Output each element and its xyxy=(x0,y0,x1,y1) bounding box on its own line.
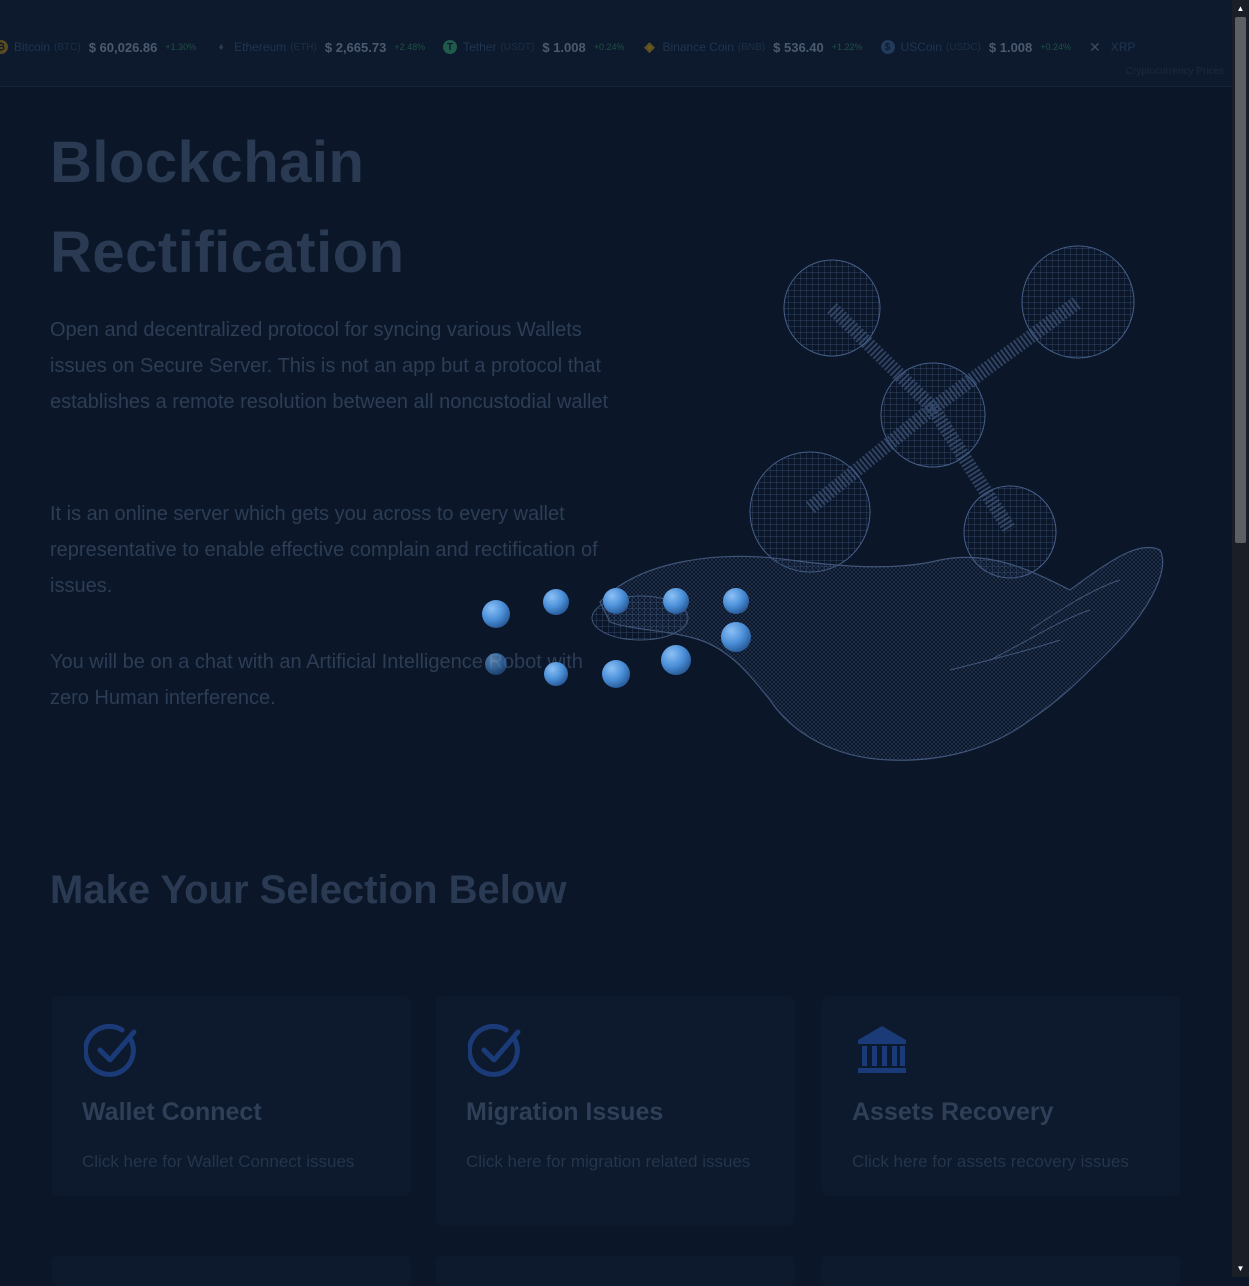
coin-price: $ 2,665.73 xyxy=(324,39,387,55)
bank-icon xyxy=(858,1026,906,1073)
coin-name: Ethereum xyxy=(234,40,287,54)
tether-icon: T xyxy=(443,40,458,54)
ticker-coin-ethereum[interactable]: ♦ Ethereum (ETH) $ 2,665.73 +2.48% xyxy=(214,39,426,55)
binance-icon: ◈ xyxy=(644,39,655,54)
coin-change: +0.24% xyxy=(1040,42,1072,52)
card-title: Migration Issues xyxy=(466,1098,664,1126)
ticker-coin-bitcoin[interactable]: ₿ Bitcoin (BTC) $ 60,026.86 +1.30% xyxy=(0,40,196,55)
ticker-coin-tether[interactable]: T Tether (USDT) $ 1.008 +0.24% xyxy=(443,39,625,55)
coin-name: Bitcoin xyxy=(14,40,51,54)
coin-price: $ 60,026.86 xyxy=(88,39,158,55)
coin-change: +0.24% xyxy=(593,42,625,52)
card-description: Click here for assets recovery issues xyxy=(852,1152,1129,1171)
ticker-coin-binance[interactable]: ◈ Binance Coin (BNB) $ 536.40 +1.22% xyxy=(643,39,863,55)
hero-title-line2: Rectification xyxy=(50,220,405,285)
card-partial[interactable] xyxy=(436,1256,794,1286)
card-assets-recovery[interactable]: Assets Recovery Click here for assets re… xyxy=(822,996,1180,1196)
card-wallet-connect[interactable]: Wallet Connect Click here for Wallet Con… xyxy=(52,996,410,1196)
hero-title-line1: Blockchain xyxy=(50,130,365,195)
coin-symbol: (BNB) xyxy=(737,41,766,53)
selection-heading: Make Your Selection Below xyxy=(50,868,567,912)
ethereum-icon: ♦ xyxy=(218,41,224,53)
hero-title: Blockchain Rectification xyxy=(50,118,405,298)
crypto-ticker: ₿ Bitcoin (BTC) $ 60,026.86 +1.30% ♦ Eth… xyxy=(0,0,1232,87)
check-circle-icon xyxy=(84,1023,137,1077)
scrollbar-thumb[interactable] xyxy=(1235,17,1246,543)
coin-name: Tether xyxy=(463,40,497,54)
vertical-scrollbar[interactable]: ▲ ▼ xyxy=(1232,0,1249,1277)
coin-name: Binance Coin xyxy=(662,40,734,54)
ticker-coin-xrp[interactable]: XRP xyxy=(1111,40,1136,54)
coin-price: $ 1.008 xyxy=(542,39,586,55)
coin-price: $ 1.008 xyxy=(988,39,1033,55)
coin-symbol: (USDC) xyxy=(945,41,981,53)
coin-symbol: (BTC) xyxy=(54,41,81,53)
card-partial[interactable] xyxy=(52,1256,410,1286)
check-circle-icon xyxy=(468,1023,521,1077)
coin-symbol: (ETH) xyxy=(290,41,317,53)
close-icon[interactable]: ✕ xyxy=(1089,39,1101,56)
card-partial[interactable] xyxy=(822,1256,1180,1286)
ticker-row: ₿ Bitcoin (BTC) $ 60,026.86 +1.30% ♦ Eth… xyxy=(0,38,1135,56)
coin-symbol: (USDT) xyxy=(500,41,535,53)
card-description: Click here for Wallet Connect issues xyxy=(82,1152,355,1171)
ticker-coin-usdc[interactable]: $ USCoin (USDC) $ 1.008 +0.24% xyxy=(880,39,1072,55)
card-title: Wallet Connect xyxy=(82,1098,262,1126)
coin-change: +1.22% xyxy=(831,42,863,52)
coin-name: USCoin xyxy=(900,40,942,54)
scroll-up-arrow-icon[interactable]: ▲ xyxy=(1232,0,1249,17)
usdc-icon: $ xyxy=(880,40,895,54)
coin-change: +2.48% xyxy=(394,42,426,52)
card-description: Click here for migration related issues xyxy=(466,1152,751,1171)
coin-price: $ 536.40 xyxy=(773,39,824,55)
scroll-down-arrow-icon[interactable]: ▼ xyxy=(1232,1260,1249,1277)
hero-illustration xyxy=(482,245,1164,761)
card-migration-issues[interactable]: Migration Issues Click here for migratio… xyxy=(436,996,794,1226)
ticker-caption[interactable]: Cryptocurrency Prices xyxy=(1126,66,1224,77)
coin-change: +1.30% xyxy=(165,42,197,52)
bitcoin-icon: ₿ xyxy=(0,40,8,54)
card-title: Assets Recovery xyxy=(852,1098,1054,1126)
